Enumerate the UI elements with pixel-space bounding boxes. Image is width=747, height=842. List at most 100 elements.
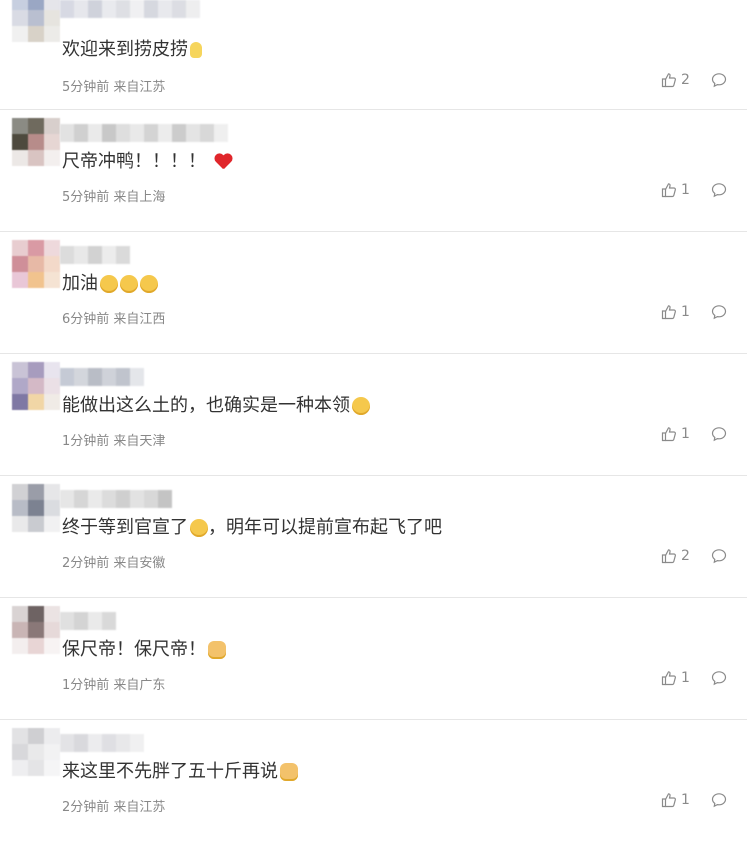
comment-time: 1分钟前 <box>62 434 110 449</box>
reply-button[interactable] <box>711 426 727 442</box>
username-blurred[interactable] <box>60 490 172 508</box>
comment-bubble-icon <box>711 792 727 808</box>
comment-text-content: 保尺帝！保尺帝！ <box>62 639 206 660</box>
comment-bubble-icon <box>711 548 727 564</box>
username-blurred[interactable] <box>60 124 228 142</box>
heart-emoji <box>214 154 232 170</box>
comment-actions: 1 <box>661 182 727 198</box>
like-button[interactable]: 1 <box>661 792 691 808</box>
comment-bubble-icon <box>711 304 727 320</box>
like-button[interactable]: 1 <box>661 304 691 320</box>
comment-meta: 2分钟前 来自安徽 <box>62 552 165 571</box>
like-count: 1 <box>681 670 690 686</box>
comment-item: 能做出这么土的，也确实是一种本领 1分钟前 来自天津 1 <box>0 354 747 476</box>
comment-item: 保尺帝！保尺帝！ 1分钟前 来自广东 1 <box>0 598 747 720</box>
avatar[interactable] <box>12 606 60 654</box>
thumbs-up-icon <box>661 72 677 88</box>
like-button[interactable]: 1 <box>661 426 691 442</box>
comment-bubble-icon <box>711 670 727 686</box>
comment-text: 能做出这么土的，也确实是一种本领 <box>62 394 370 418</box>
comment-actions: 1 <box>661 426 727 442</box>
comment-time: 6分钟前 <box>62 312 110 327</box>
comment-time: 2分钟前 <box>62 800 110 815</box>
thumbs-up-icon <box>661 548 677 564</box>
comment-time: 2分钟前 <box>62 556 110 571</box>
comment-meta: 2分钟前 来自江苏 <box>62 796 165 815</box>
username-blurred[interactable] <box>60 368 144 386</box>
reply-button[interactable] <box>711 548 727 564</box>
comment-meta: 5分钟前 来自上海 <box>62 186 165 205</box>
grin-emoji <box>100 275 118 293</box>
comment-item: 来这里不先胖了五十斤再说 2分钟前 来自江苏 1 <box>0 720 747 842</box>
like-count: 1 <box>681 792 690 808</box>
comment-time: 5分钟前 <box>62 80 110 95</box>
reply-button[interactable] <box>711 670 727 686</box>
like-count: 1 <box>681 304 690 320</box>
like-button[interactable]: 2 <box>661 548 691 564</box>
comment-text: 尺帝冲鸭！！！！ <box>62 150 232 174</box>
avatar[interactable] <box>12 240 60 288</box>
comment-actions: 1 <box>661 670 727 686</box>
reply-button[interactable] <box>711 792 727 808</box>
comment-text-content: 来这里不先胖了五十斤再说 <box>62 761 278 782</box>
comment-text: 加油 <box>62 272 158 296</box>
grin-emoji <box>120 275 138 293</box>
comment-time: 5分钟前 <box>62 190 110 205</box>
smile-emoji <box>352 397 370 415</box>
dog-emoji <box>280 763 298 781</box>
avatar[interactable] <box>12 728 60 776</box>
thumbs-up-icon <box>661 304 677 320</box>
comment-location: 来自广东 <box>113 678 166 693</box>
avatar[interactable] <box>12 484 60 532</box>
like-count: 1 <box>681 182 690 198</box>
reply-button[interactable] <box>711 182 727 198</box>
comment-text-content: 能做出这么土的，也确实是一种本领 <box>62 395 350 416</box>
like-count: 1 <box>681 426 690 442</box>
avatar[interactable] <box>12 362 60 410</box>
comment-text-content: 终于等到官宣了 <box>62 517 188 538</box>
comment-time: 1分钟前 <box>62 678 110 693</box>
comment-item: 终于等到官宣了 ，明年可以提前宣布起飞了吧 2分钟前 来自安徽 2 <box>0 476 747 598</box>
comment-item: 欢迎来到捞皮捞 5分钟前 来自江苏 2 <box>0 0 747 110</box>
grin-emoji <box>140 275 158 293</box>
comment-text-content: 加油 <box>62 273 98 294</box>
comment-meta: 6分钟前 来自江西 <box>62 308 165 327</box>
comment-location: 来自安徽 <box>113 556 166 571</box>
reply-button[interactable] <box>711 304 727 320</box>
comment-text-content: 欢迎来到捞皮捞 <box>62 39 188 60</box>
avatar[interactable] <box>12 0 60 42</box>
thumbs-up-icon <box>661 670 677 686</box>
avatar[interactable] <box>12 118 60 166</box>
comment-actions: 2 <box>661 548 727 564</box>
comment-text: 保尺帝！保尺帝！ <box>62 638 226 662</box>
username-blurred[interactable] <box>60 612 116 630</box>
comment-actions: 1 <box>661 304 727 320</box>
username-blurred[interactable] <box>60 0 200 18</box>
comment-text: 终于等到官宣了 ，明年可以提前宣布起飞了吧 <box>62 516 442 540</box>
comment-bubble-icon <box>711 72 727 88</box>
like-count: 2 <box>681 548 690 564</box>
comment-location: 来自上海 <box>113 190 166 205</box>
reply-button[interactable] <box>711 72 727 88</box>
bulb-emoji <box>190 42 202 58</box>
comment-meta: 1分钟前 来自天津 <box>62 430 165 449</box>
username-blurred[interactable] <box>60 734 144 752</box>
like-button[interactable]: 1 <box>661 670 691 686</box>
dog-emoji <box>208 641 226 659</box>
comment-item: 尺帝冲鸭！！！！ 5分钟前 来自上海 1 <box>0 110 747 232</box>
comment-location: 来自天津 <box>113 434 166 449</box>
comment-bubble-icon <box>711 426 727 442</box>
comment-actions: 2 <box>661 72 727 88</box>
comment-text-content: 尺帝冲鸭！！！！ <box>62 151 206 172</box>
like-count: 2 <box>681 72 690 88</box>
comment-actions: 1 <box>661 792 727 808</box>
comment-location: 来自江苏 <box>113 800 166 815</box>
like-button[interactable]: 1 <box>661 182 691 198</box>
comment-text: 来这里不先胖了五十斤再说 <box>62 760 298 784</box>
username-blurred[interactable] <box>60 246 130 264</box>
comment-item: 加油 6分钟前 来自江西 1 <box>0 232 747 354</box>
comment-list: 欢迎来到捞皮捞 5分钟前 来自江苏 2 尺帝冲鸭！！！！ 5分钟前 来自上海 1 加油 6分钟… <box>0 0 747 842</box>
thumbs-up-icon <box>661 426 677 442</box>
comment-text-continued: ，明年可以提前宣布起飞了吧 <box>208 517 442 538</box>
like-button[interactable]: 2 <box>661 72 691 88</box>
